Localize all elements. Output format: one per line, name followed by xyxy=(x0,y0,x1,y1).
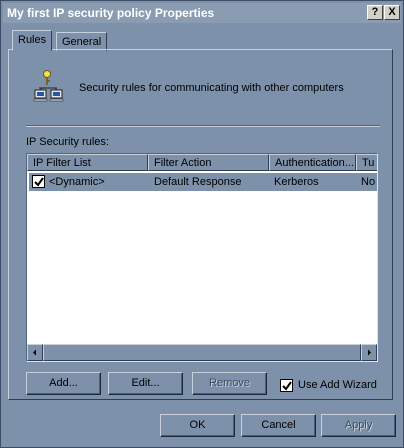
use-add-wizard-label[interactable]: Use Add Wizard xyxy=(298,379,377,391)
checkmark-icon xyxy=(34,177,44,187)
tab-general-label: General xyxy=(62,36,102,48)
tab-rules-label: Rules xyxy=(18,34,47,46)
add-button-label: Add... xyxy=(49,377,78,389)
column-filter-action[interactable]: Filter Action xyxy=(148,154,269,171)
cell-tunnel: No xyxy=(361,176,376,188)
edit-button-label: Edit... xyxy=(131,377,160,389)
remove-button[interactable]: Remove xyxy=(192,372,267,395)
column-tunnel[interactable]: Tu xyxy=(356,154,377,171)
ok-button-label: OK xyxy=(189,419,206,431)
arrow-right-icon xyxy=(368,349,371,356)
close-button[interactable]: X xyxy=(384,5,400,20)
title-bar[interactable]: My first IP security policy Properties ?… xyxy=(3,3,401,23)
table-row[interactable]: <Dynamic> Default Response Kerberos No xyxy=(29,173,377,191)
column-authentication[interactable]: Authentication... xyxy=(269,154,356,171)
help-button[interactable]: ? xyxy=(367,5,383,20)
network-computers-key-icon xyxy=(31,68,67,104)
window-title: My first IP security policy Properties xyxy=(7,6,215,20)
scroll-left-button[interactable] xyxy=(27,344,43,361)
arrow-left-icon xyxy=(33,349,36,356)
edit-button[interactable]: Edit... xyxy=(108,372,183,395)
use-add-wizard-checkbox[interactable] xyxy=(280,379,293,392)
close-icon: X xyxy=(388,6,396,18)
ip-security-rules-list[interactable]: IP Filter List Filter Action Authenticat… xyxy=(26,153,378,362)
remove-button-label: Remove xyxy=(209,377,250,389)
tab-rules[interactable]: Rules xyxy=(12,30,53,51)
list-header: IP Filter List Filter Action Authenticat… xyxy=(27,154,377,171)
cell-filter-list: <Dynamic> xyxy=(49,176,105,188)
apply-button-label: Apply xyxy=(344,419,373,431)
cell-filter-action: Default Response xyxy=(154,176,242,188)
checkmark-icon xyxy=(282,381,292,391)
ok-button[interactable]: OK xyxy=(160,414,235,437)
apply-button[interactable]: Apply xyxy=(321,414,396,437)
help-icon: ? xyxy=(371,6,379,18)
add-button[interactable]: Add... xyxy=(26,372,101,395)
rule-enabled-checkbox[interactable] xyxy=(32,175,45,188)
section-divider xyxy=(26,125,380,127)
scrollbar-thumb[interactable] xyxy=(43,344,361,361)
scroll-right-button[interactable] xyxy=(361,344,377,361)
ip-security-rules-label: IP Security rules: xyxy=(26,136,109,148)
cancel-button[interactable]: Cancel xyxy=(241,414,316,437)
cell-authentication: Kerberos xyxy=(274,176,319,188)
properties-dialog: My first IP security policy Properties ?… xyxy=(0,0,404,448)
header-description: Security rules for communicating with ot… xyxy=(79,82,344,94)
cancel-button-label: Cancel xyxy=(261,419,296,431)
column-ip-filter-list[interactable]: IP Filter List xyxy=(27,154,148,171)
horizontal-scrollbar[interactable] xyxy=(27,344,377,361)
